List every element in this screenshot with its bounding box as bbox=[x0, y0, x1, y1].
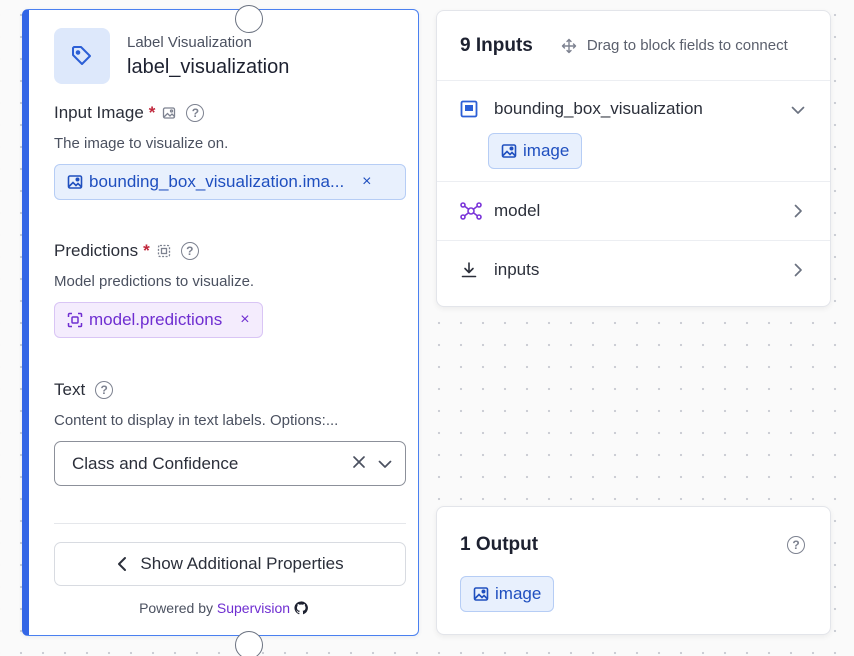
inputs-panel: 9 Inputs Drag to block fields to connect… bbox=[436, 10, 831, 307]
input-source-model[interactable]: model bbox=[437, 182, 830, 241]
text-field: Text ? Content to display in text labels… bbox=[54, 380, 406, 486]
block-name[interactable]: label_visualization bbox=[127, 56, 289, 79]
predictions-connection-chip[interactable]: model.predictions × bbox=[54, 302, 263, 338]
help-icon[interactable]: ? bbox=[186, 104, 205, 122]
chevron-left-icon bbox=[116, 556, 128, 572]
input-source-bounding-box-visualization[interactable]: bounding_box_visualization image bbox=[437, 81, 830, 182]
required-marker: * bbox=[143, 241, 150, 260]
show-additional-properties-label: Show Additional Properties bbox=[140, 554, 344, 573]
predictions-description: Model predictions to visualize. bbox=[54, 273, 255, 290]
output-panel: 1 Output ? image bbox=[436, 506, 831, 635]
block-header: Label Visualization label_visualization bbox=[54, 28, 289, 84]
supervision-link[interactable]: Supervision bbox=[217, 600, 290, 616]
help-icon[interactable]: ? bbox=[180, 242, 199, 260]
image-icon bbox=[501, 143, 517, 159]
powered-by: Powered by Supervision bbox=[29, 600, 418, 618]
required-marker: * bbox=[148, 103, 156, 122]
clear-icon[interactable] bbox=[351, 454, 367, 475]
download-icon bbox=[460, 261, 482, 279]
text-select-value: Class and Confidence bbox=[72, 453, 239, 473]
chevron-down-icon[interactable] bbox=[377, 456, 393, 477]
drag-hint: Drag to block fields to connect bbox=[561, 37, 788, 54]
inputs-count-title: 9 Inputs bbox=[460, 34, 533, 56]
block-type-label: Label Visualization bbox=[127, 33, 252, 51]
output-connection-handle[interactable] bbox=[235, 631, 263, 656]
text-select[interactable]: Class and Confidence bbox=[54, 441, 406, 486]
input-image-connection-chip[interactable]: bounding_box_visualization.ima... × bbox=[54, 164, 406, 200]
chevron-down-icon[interactable] bbox=[790, 102, 806, 123]
input-image-description: The image to visualize on. bbox=[54, 135, 229, 152]
tag-icon bbox=[54, 28, 110, 84]
github-icon[interactable] bbox=[294, 601, 308, 618]
output-image-chip[interactable]: image bbox=[460, 576, 555, 612]
help-icon[interactable]: ? bbox=[787, 536, 805, 554]
input-source-image-chip[interactable]: image bbox=[488, 133, 583, 169]
image-icon bbox=[67, 174, 83, 190]
remove-predictions-button[interactable]: × bbox=[240, 311, 249, 329]
predictions-value: model.predictions bbox=[89, 310, 223, 329]
chip-label: image bbox=[495, 584, 542, 603]
label-visualization-block[interactable]: Label Visualization label_visualization … bbox=[22, 5, 419, 656]
input-image-field: Input Image * ? The image to visualize o… bbox=[54, 103, 406, 200]
chevron-right-icon[interactable] bbox=[790, 203, 806, 224]
chevron-right-icon[interactable] bbox=[790, 262, 806, 283]
image-icon bbox=[473, 586, 489, 602]
powered-by-prefix: Powered by bbox=[139, 600, 213, 616]
input-source-label: inputs bbox=[494, 260, 540, 279]
drag-hint-text: Drag to block fields to connect bbox=[586, 37, 788, 54]
image-icon bbox=[460, 100, 482, 118]
help-icon[interactable]: ? bbox=[95, 381, 114, 399]
show-additional-properties-button[interactable]: Show Additional Properties bbox=[54, 542, 406, 586]
input-image-label: Input Image bbox=[54, 103, 144, 122]
predictions-field: Predictions * ? Model predictions to vis… bbox=[54, 241, 263, 338]
divider bbox=[54, 523, 406, 524]
image-type-icon bbox=[162, 106, 176, 120]
move-icon bbox=[561, 38, 577, 54]
inputs-panel-header: 9 Inputs Drag to block fields to connect bbox=[437, 11, 830, 81]
input-source-label: bounding_box_visualization bbox=[494, 99, 703, 118]
input-source-label: model bbox=[494, 201, 541, 220]
predictions-label: Predictions bbox=[54, 241, 139, 260]
detection-icon bbox=[67, 312, 83, 328]
input-image-value: bounding_box_visualization.ima... bbox=[89, 172, 345, 191]
model-graph-icon bbox=[460, 201, 482, 221]
input-source-inputs[interactable]: inputs bbox=[437, 241, 830, 299]
chip-label: image bbox=[523, 141, 570, 160]
output-count-title: 1 Output bbox=[460, 534, 539, 555]
detection-type-icon bbox=[157, 244, 171, 258]
text-description: Content to display in text labels. Optio… bbox=[54, 412, 339, 429]
text-label: Text bbox=[54, 380, 86, 399]
remove-input-image-button[interactable]: × bbox=[362, 173, 371, 191]
